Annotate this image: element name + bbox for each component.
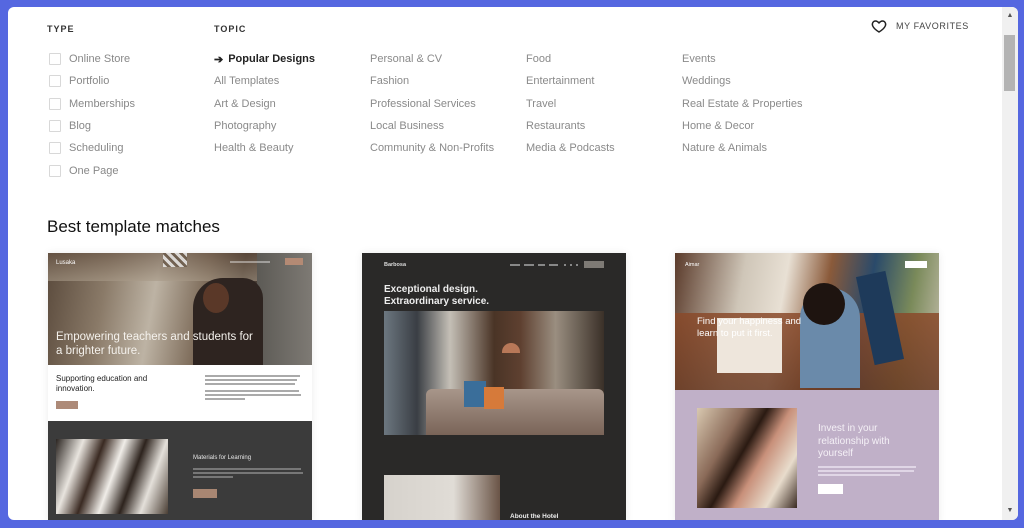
topic-entertainment[interactable]: Entertainment bbox=[526, 70, 615, 92]
topic-events[interactable]: Events bbox=[682, 48, 802, 70]
template-feature-section: Materials for Learning bbox=[48, 421, 312, 520]
topic-health-beauty[interactable]: Health & Beauty bbox=[214, 137, 315, 159]
template-feature-image bbox=[56, 439, 168, 514]
my-favorites-link[interactable]: MY FAVORITES bbox=[871, 18, 969, 34]
topic-fashion[interactable]: Fashion bbox=[370, 70, 494, 92]
template-nav bbox=[230, 261, 270, 263]
heart-icon bbox=[871, 20, 887, 33]
type-filter-heading: TYPE bbox=[47, 24, 75, 34]
template-hero-image bbox=[384, 311, 604, 435]
checkbox[interactable] bbox=[49, 97, 61, 110]
template-section-heading-text: Invest in your relationship with yoursel… bbox=[818, 423, 890, 459]
checkbox[interactable] bbox=[49, 75, 61, 88]
template-hero-image: Aimar Find your happiness and learn to p… bbox=[675, 253, 939, 390]
checkbox[interactable] bbox=[49, 142, 61, 155]
type-filter-one-page[interactable]: One Page bbox=[49, 159, 135, 181]
topic-label: Popular Designs bbox=[228, 53, 316, 66]
template-browser-window: TYPE Online Store Portfolio Memberships … bbox=[8, 7, 1018, 520]
topic-travel[interactable]: Travel bbox=[526, 93, 615, 115]
template-card-lusaka[interactable]: Lusaka Empowering teachers and students … bbox=[48, 253, 312, 520]
type-filter-online-store[interactable]: Online Store bbox=[49, 48, 135, 70]
type-filter-blog[interactable]: Blog bbox=[49, 115, 135, 137]
topic-food[interactable]: Food bbox=[526, 48, 615, 70]
template-logo: Aimar bbox=[685, 262, 700, 268]
template-intro-section: Supporting education and innovation. bbox=[48, 365, 312, 421]
checkbox[interactable] bbox=[49, 120, 61, 133]
topic-filter-heading: TOPIC bbox=[214, 24, 247, 34]
section-title: Best template matches bbox=[47, 217, 220, 236]
topic-art-design[interactable]: Art & Design bbox=[214, 93, 315, 115]
checkbox[interactable] bbox=[49, 164, 61, 177]
topic-column-4: Events Weddings Real Estate & Properties… bbox=[682, 48, 802, 159]
topic-media-podcasts[interactable]: Media & Podcasts bbox=[526, 137, 615, 159]
topic-home-decor[interactable]: Home & Decor bbox=[682, 115, 802, 137]
scrollbar-thumb[interactable] bbox=[1004, 35, 1015, 91]
template-section-heading: About the Hotel bbox=[510, 513, 559, 520]
topic-photography[interactable]: Photography bbox=[214, 115, 315, 137]
template-logo: Lusaka bbox=[56, 260, 76, 266]
type-filter-memberships[interactable]: Memberships bbox=[49, 93, 135, 115]
template-section-heading: Invest in your relationship with yoursel… bbox=[818, 423, 913, 461]
type-filter-portfolio[interactable]: Portfolio bbox=[49, 70, 135, 92]
topic-column-1: ➔ Popular Designs All Templates Art & De… bbox=[214, 48, 315, 159]
template-header-button bbox=[285, 258, 303, 265]
template-section-button bbox=[818, 484, 843, 494]
topic-weddings[interactable]: Weddings bbox=[682, 70, 802, 92]
template-cta-button bbox=[56, 401, 78, 409]
topic-real-estate-properties[interactable]: Real Estate & Properties bbox=[682, 93, 802, 115]
topic-column-2: Personal & CV Fashion Professional Servi… bbox=[370, 48, 494, 159]
template-logo: Barbosa bbox=[384, 262, 407, 268]
arrow-right-icon: ➔ bbox=[214, 53, 224, 66]
template-browser-content: TYPE Online Store Portfolio Memberships … bbox=[8, 7, 1002, 520]
topic-all-templates[interactable]: All Templates bbox=[214, 70, 315, 92]
topic-column-3: Food Entertainment Travel Restaurants Me… bbox=[526, 48, 615, 159]
type-filter-label: Scheduling bbox=[69, 142, 124, 155]
template-headline-text: Exceptional design. Extraordinary servic… bbox=[384, 284, 490, 307]
topic-restaurants[interactable]: Restaurants bbox=[526, 115, 615, 137]
type-filter-label: Online Store bbox=[69, 53, 131, 66]
topic-community-non-profits[interactable]: Community & Non-Profits bbox=[370, 137, 494, 159]
template-card-barbosa[interactable]: Barbosa Exceptional design. Extraordinar… bbox=[362, 253, 626, 520]
topic-local-business[interactable]: Local Business bbox=[370, 115, 494, 137]
type-filter-label: Portfolio bbox=[69, 75, 110, 88]
template-section-button bbox=[193, 489, 217, 498]
checkbox[interactable] bbox=[49, 53, 61, 66]
topic-nature-animals[interactable]: Nature & Animals bbox=[682, 137, 802, 159]
template-header-button bbox=[584, 261, 604, 268]
scroll-down-arrow-icon[interactable]: ▼ bbox=[1002, 504, 1018, 518]
template-headline-text: Find your happiness and learn to put it … bbox=[697, 316, 802, 339]
scroll-up-arrow-icon[interactable]: ▲ bbox=[1002, 9, 1018, 23]
template-feature-image bbox=[384, 475, 500, 520]
template-headline: Exceptional design. Extraordinary servic… bbox=[384, 284, 504, 308]
topic-popular-designs[interactable]: ➔ Popular Designs bbox=[214, 48, 315, 70]
template-feature-section: Invest in your relationship with yoursel… bbox=[675, 390, 939, 520]
template-header-button bbox=[905, 261, 927, 268]
vertical-scrollbar[interactable]: ▲ ▼ bbox=[1002, 7, 1018, 520]
topic-professional-services[interactable]: Professional Services bbox=[370, 93, 494, 115]
type-filter-scheduling[interactable]: Scheduling bbox=[49, 137, 135, 159]
template-card-aimar[interactable]: Aimar Find your happiness and learn to p… bbox=[675, 253, 939, 520]
topic-personal-cv[interactable]: Personal & CV bbox=[370, 48, 494, 70]
template-section-heading: Materials for Learning bbox=[193, 455, 252, 461]
type-filter-label: Memberships bbox=[69, 97, 136, 110]
template-subheadline: Supporting education and innovation. bbox=[56, 374, 148, 393]
type-filter-label: Blog bbox=[69, 120, 92, 133]
my-favorites-label: MY FAVORITES bbox=[896, 21, 969, 31]
template-feature-image bbox=[697, 408, 797, 508]
template-hero-image: Lusaka Empowering teachers and students … bbox=[48, 253, 312, 365]
type-filter-list: Online Store Portfolio Memberships Blog … bbox=[49, 48, 135, 182]
type-filter-label: One Page bbox=[69, 164, 119, 177]
template-headline: Empowering teachers and students for a b… bbox=[56, 331, 253, 357]
template-headline: Find your happiness and learn to put it … bbox=[697, 316, 817, 340]
